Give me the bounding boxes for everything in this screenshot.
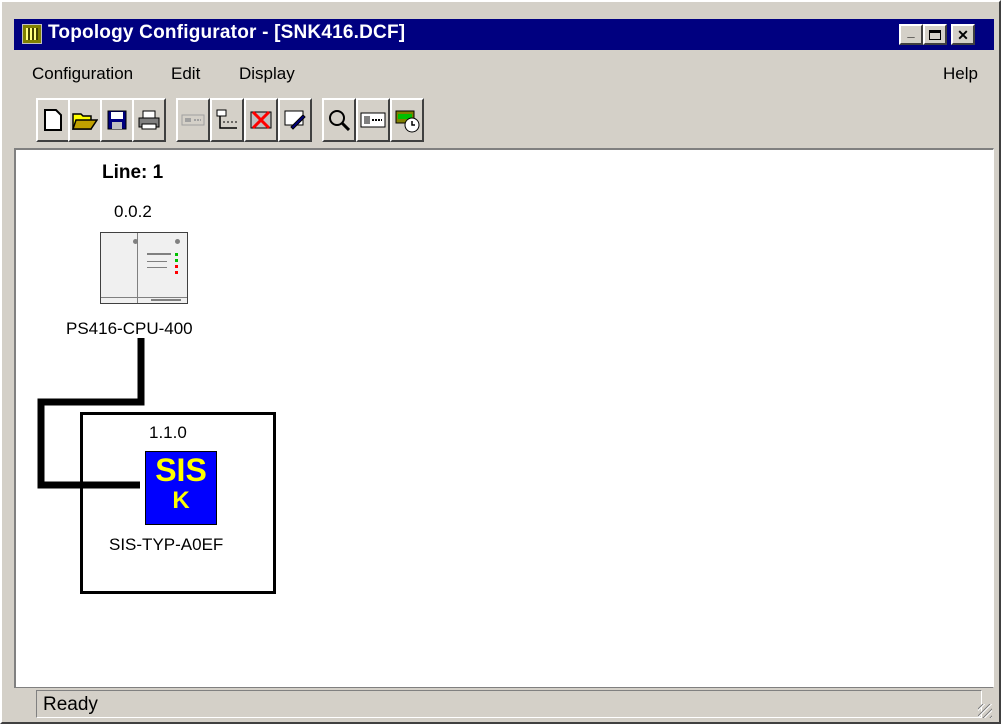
line-label: Line: 1	[102, 162, 164, 183]
delete-button[interactable]	[244, 98, 278, 142]
zoom-icon	[329, 110, 350, 131]
status-text: Ready	[43, 694, 98, 715]
minimize-icon: _	[907, 24, 915, 39]
topology-canvas[interactable]: Line: 1 0.0.2 PS416-CPU-400 1.1.0 SIS K …	[14, 148, 994, 688]
delete-module-icon	[250, 110, 272, 130]
menu-bar: Configuration Edit Display Help	[14, 58, 994, 92]
window-title: Topology Configurator - [SNK416.DCF]	[48, 22, 406, 43]
module-view-button[interactable]	[356, 98, 390, 142]
sis-name: SIS-TYP-A0EF	[109, 535, 224, 554]
sis-icon-text: SIS	[155, 452, 207, 488]
menu-configuration[interactable]: Configuration	[32, 64, 133, 84]
maximize-icon	[929, 29, 941, 40]
cpu-name: PS416-CPU-400	[66, 319, 193, 338]
app-window: Topology Configurator - [SNK416.DCF] _ ✕…	[0, 0, 1001, 724]
toolbar	[14, 98, 994, 144]
print-icon	[138, 110, 160, 130]
status-bar: Ready	[14, 690, 994, 720]
minimize-button[interactable]: _	[899, 24, 923, 45]
new-file-icon	[44, 109, 62, 131]
maximize-button[interactable]	[923, 24, 947, 45]
menu-display[interactable]: Display	[239, 64, 295, 84]
menu-help[interactable]: Help	[943, 64, 978, 84]
open-button[interactable]	[68, 98, 102, 142]
title-bar[interactable]: Topology Configurator - [SNK416.DCF] _ ✕	[14, 19, 994, 50]
cpu-address: 0.0.2	[114, 202, 152, 221]
menu-edit[interactable]: Edit	[171, 64, 200, 84]
zoom-button[interactable]	[322, 98, 356, 142]
sis-icon-subtext: K	[172, 487, 190, 514]
cpu-module-image[interactable]	[100, 232, 188, 304]
save-button[interactable]	[100, 98, 134, 142]
tools-button[interactable]	[278, 98, 312, 142]
module-view-icon	[360, 112, 386, 128]
clock-button[interactable]	[390, 98, 424, 142]
open-folder-icon	[72, 113, 98, 130]
sis-address: 1.1.0	[149, 423, 187, 442]
module-disabled-icon	[181, 114, 205, 126]
sis-module-icon[interactable]: SIS K	[145, 451, 217, 525]
sis-device-selection[interactable]: 1.1.0 SIS K SIS-TYP-A0EF	[80, 412, 276, 594]
status-pane: Ready	[36, 690, 982, 718]
clock-icon	[395, 110, 420, 133]
tools-icon	[284, 110, 306, 130]
print-button[interactable]	[132, 98, 166, 142]
resize-grip-icon[interactable]	[978, 704, 992, 718]
topology-button[interactable]	[210, 98, 244, 142]
close-icon: ✕	[957, 26, 969, 43]
app-icon[interactable]	[22, 24, 42, 44]
new-button[interactable]	[36, 98, 70, 142]
topology-icon	[216, 109, 237, 129]
close-button[interactable]: ✕	[951, 24, 975, 45]
save-disk-icon	[107, 110, 127, 130]
add-module-button[interactable]	[176, 98, 210, 142]
